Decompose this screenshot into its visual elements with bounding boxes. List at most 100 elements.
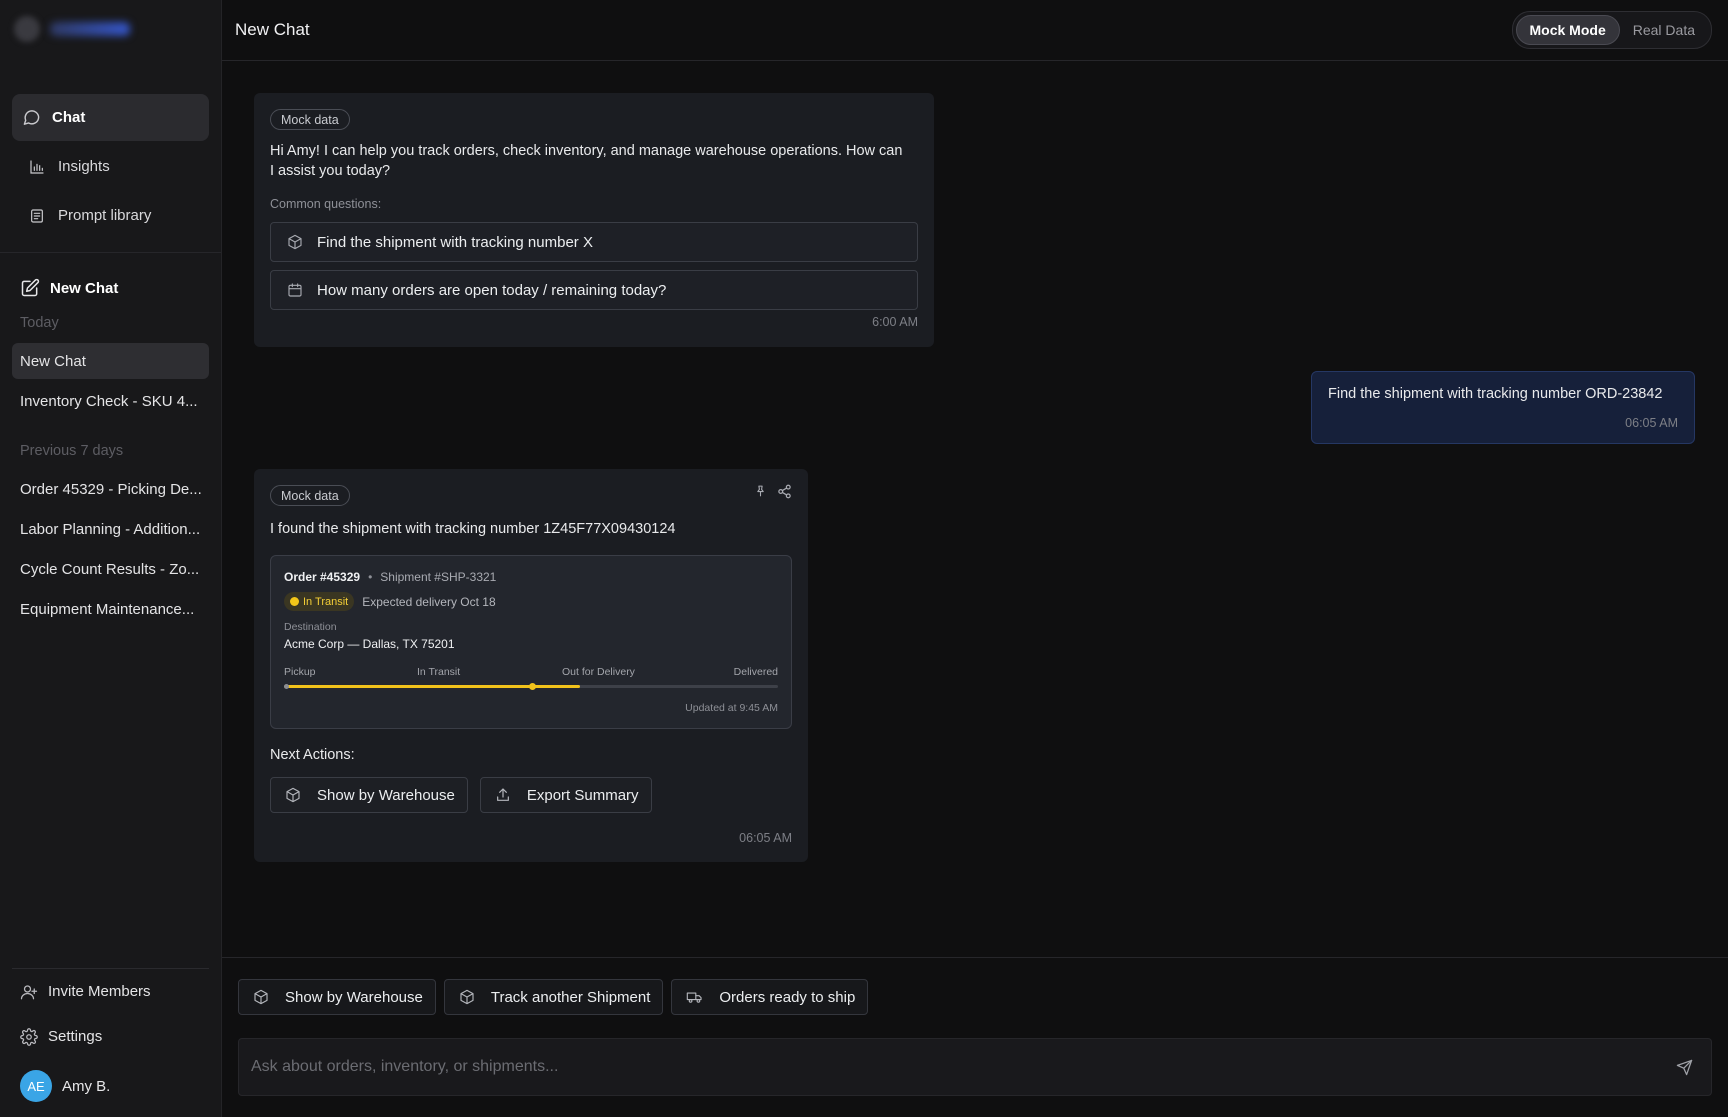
message-text: Hi Amy! I can help you track orders, che… [270, 143, 903, 179]
pin-icon[interactable] [754, 484, 767, 499]
gear-icon [20, 1027, 38, 1046]
nav-item-label: Prompt library [58, 207, 152, 224]
user-plus-icon [20, 983, 38, 1001]
composer: Show by Warehouse Track another Shipment… [222, 957, 1728, 1117]
primary-nav: Chat Insights Prompt library [0, 58, 221, 241]
nav-item-insights[interactable]: Insights [12, 143, 209, 190]
new-chat-button[interactable]: New Chat [0, 253, 221, 301]
action-label: Show by Warehouse [317, 786, 455, 804]
message-text: Find the shipment with tracking number O… [1328, 386, 1663, 402]
assistant-message: Mock data Hi Amy! I can help you track o… [254, 93, 934, 347]
logo-mark [14, 16, 40, 42]
send-button[interactable] [1669, 1052, 1699, 1082]
history-item[interactable]: Cycle Count Results - Zo... [12, 551, 209, 587]
user-profile[interactable]: AE Amy B. [0, 1061, 221, 1111]
export-summary-button[interactable]: Export Summary [479, 777, 652, 813]
quick-chip-track-shipment[interactable]: Track another Shipment [443, 979, 664, 1015]
history-item[interactable]: Order 45329 - Picking De... [12, 471, 209, 507]
chip-label: Track another Shipment [490, 988, 651, 1006]
shipment-card[interactable]: Order #45329 • Shipment #SHP-3321 In Tra… [270, 555, 792, 729]
document-list-icon [26, 205, 48, 227]
message-text: I found the shipment with tracking numbe… [270, 521, 676, 537]
order-number: Order #45329 [284, 570, 361, 584]
history-list-previous: Order 45329 - Picking De... Labor Planni… [0, 467, 221, 627]
real-data-toggle[interactable]: Real Data [1620, 15, 1708, 45]
settings-button[interactable]: Settings [0, 1014, 221, 1059]
separator-dot: • [368, 570, 373, 584]
status-badge: In Transit [284, 592, 355, 611]
share-icon[interactable] [777, 484, 792, 499]
updated-time: Updated at 9:45 AM [685, 702, 778, 714]
calendar-icon [287, 282, 303, 298]
upload-icon [495, 787, 511, 803]
edit-icon [20, 278, 40, 298]
nav-item-chat[interactable]: Chat [12, 94, 209, 141]
suggested-question-button[interactable]: How many orders are open today / remaini… [270, 270, 918, 310]
message-timestamp: 06:05 AM [739, 831, 792, 845]
assistant-message: Mock data I found the shipment with trac… [254, 469, 808, 862]
bar-chart-icon [26, 156, 48, 178]
chat-bubble-icon [20, 107, 42, 129]
quick-chip-orders-ready[interactable]: Orders ready to ship [671, 979, 869, 1015]
truck-icon [686, 989, 703, 1005]
status-label: In Transit [303, 595, 349, 608]
nav-item-label: Chat [52, 109, 86, 126]
logo[interactable] [0, 0, 221, 58]
chip-label: Show by Warehouse [285, 988, 423, 1006]
next-actions: Show by Warehouse Export Summary [270, 777, 652, 813]
common-questions-label: Common questions: [270, 197, 382, 211]
stage-label: Out for Delivery [562, 666, 635, 678]
mock-mode-toggle[interactable]: Mock Mode [1515, 15, 1620, 45]
status-dot [290, 597, 299, 606]
chip-label: Orders ready to ship [719, 988, 856, 1006]
quick-chip-show-by-warehouse[interactable]: Show by Warehouse [238, 979, 436, 1015]
mode-toggle: Mock Mode Real Data [1511, 11, 1712, 49]
app-root: Chat Insights Prompt library New Chat To… [0, 0, 1728, 1117]
page-title: New Chat [235, 20, 310, 39]
quick-action-chips: Show by Warehouse Track another Shipment… [238, 979, 869, 1015]
chat-thread: Mock data Hi Amy! I can help you track o… [222, 61, 1728, 957]
message-timestamp: 6:00 AM [872, 315, 918, 329]
expected-delivery: Expected delivery Oct 18 [362, 594, 496, 609]
message-input-container [238, 1038, 1712, 1096]
progress-track [284, 683, 778, 690]
nav-item-prompt-library[interactable]: Prompt library [12, 192, 209, 239]
invite-members-label: Invite Members [48, 983, 151, 1000]
history-item[interactable]: Labor Planning - Addition... [12, 511, 209, 547]
stage-label: Delivered [733, 666, 778, 678]
destination-value: Acme Corp — Dallas, TX 75201 [284, 637, 455, 651]
suggested-question-label: Find the shipment with tracking number X [317, 233, 593, 251]
new-chat-label: New Chat [50, 279, 119, 297]
suggested-question-button[interactable]: Find the shipment with tracking number X [270, 222, 918, 262]
shipment-number: Shipment #SHP-3321 [380, 570, 497, 584]
history-item[interactable]: New Chat [12, 343, 209, 379]
history-item[interactable]: Inventory Check - SKU 4... [12, 383, 209, 419]
message-input[interactable] [251, 1058, 1669, 1076]
logo-wordmark [50, 22, 130, 36]
message-timestamp: 06:05 AM [1625, 416, 1678, 430]
avatar: AE [20, 1070, 52, 1102]
next-actions-label: Next Actions: [270, 747, 355, 763]
main-panel: New Chat Mock Mode Real Data Mock data H… [222, 0, 1728, 1117]
sidebar-footer: Invite Members Settings AE Amy B. [0, 968, 221, 1117]
progress-start-dot [284, 684, 289, 689]
stage-label: Pickup [284, 666, 316, 678]
user-name: Amy B. [62, 1077, 111, 1095]
topbar: New Chat Mock Mode Real Data [222, 0, 1728, 61]
show-by-warehouse-button[interactable]: Show by Warehouse [270, 777, 468, 813]
send-icon [1676, 1059, 1693, 1076]
stage-label: In Transit [417, 666, 461, 678]
progress-current-dot [529, 683, 536, 690]
package-icon [285, 787, 301, 803]
action-label: Export Summary [526, 786, 639, 804]
settings-label: Settings [48, 1028, 103, 1045]
history-section-previous: Previous 7 days [20, 443, 124, 459]
nav-item-label: Insights [58, 158, 110, 175]
progress-stages: Pickup In Transit Out for Delivery Deliv… [284, 666, 778, 680]
destination-label: Destination [284, 621, 337, 633]
invite-members-button[interactable]: Invite Members [0, 969, 221, 1014]
mock-data-tag: Mock data [270, 109, 350, 130]
sidebar: Chat Insights Prompt library New Chat To… [0, 0, 222, 1117]
suggested-question-label: How many orders are open today / remaini… [317, 281, 667, 299]
history-item[interactable]: Equipment Maintenance... [12, 591, 209, 627]
